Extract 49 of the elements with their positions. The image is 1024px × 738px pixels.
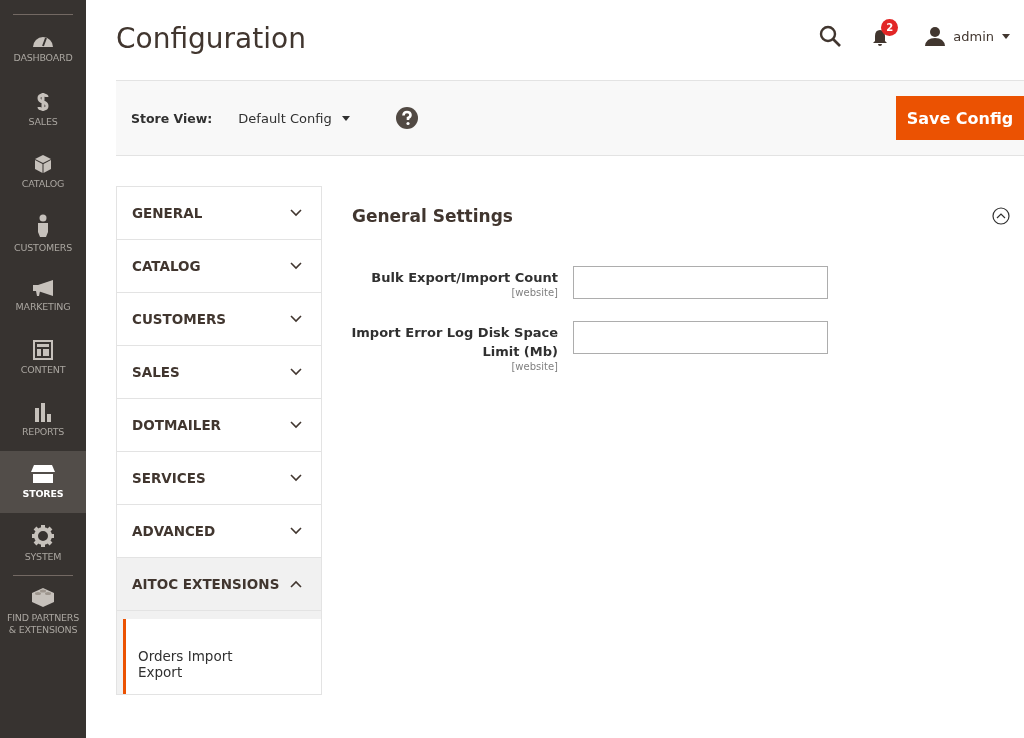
chevron-icon [290,474,302,482]
input-field[interactable] [573,321,828,354]
field-label: Import Error Log Disk Space Limit (Mb) [350,324,558,361]
bell-icon[interactable] [871,29,890,47]
caret-icon [341,115,350,121]
nav-item[interactable]: DASHBOARD [0,17,86,79]
chevron-icon [290,527,302,535]
chevron-icon [290,421,302,429]
nav-item[interactable]: REPORTS [0,389,86,451]
chevron-icon [290,315,302,323]
storefront-icon [30,464,56,484]
person-icon [37,214,49,238]
save-config-button[interactable]: Save Config [896,96,1024,140]
search-icon[interactable] [819,25,842,47]
nav-item[interactable]: CUSTOMERS [0,203,86,265]
bar-chart-icon [34,402,52,422]
field-label: Bulk Export/Import Count [371,269,558,287]
store-view-dropdown[interactable]: Default Config [238,110,350,126]
scope-label: [website] [511,361,558,372]
chevron-icon [290,580,302,588]
caret-icon [1002,33,1010,39]
nav-item[interactable]: SALES [0,79,86,141]
megaphone-icon [32,279,54,297]
settings-icon [32,525,54,547]
user-menu[interactable]: admin [925,26,1010,46]
section-title: General Settings [352,206,513,226]
collapse-icon[interactable] [992,207,1010,225]
scope-label: [website] [511,287,558,298]
page-title: Configuration [116,21,306,55]
nav-item[interactable]: STORES [0,451,86,513]
chevron-icon [290,209,302,217]
box-icon [33,154,53,174]
chevron-icon [290,368,302,376]
input-field[interactable] [573,266,828,299]
nav-item[interactable]: MARKETING [0,265,86,327]
nav-item[interactable]: SYSTEM [0,513,86,575]
nav-item[interactable]: CATALOG [0,141,86,203]
nav-item[interactable]: FIND PARTNERS & EXTENSIONS [0,578,86,644]
user-icon [925,26,946,46]
config-section-tab[interactable]: AITOC EXTENSIONS [117,558,321,611]
notification-count: 2 [881,19,899,36]
dollar-icon [36,92,50,112]
nav-item[interactable]: CONTENT [0,327,86,389]
chevron-icon [290,262,302,270]
store-view-label: Store View: [131,110,213,126]
brick-icon [31,586,55,608]
layout-icon [33,340,53,360]
help-icon[interactable] [395,107,418,129]
config-section-link[interactable]: Orders Import Export [123,619,321,694]
